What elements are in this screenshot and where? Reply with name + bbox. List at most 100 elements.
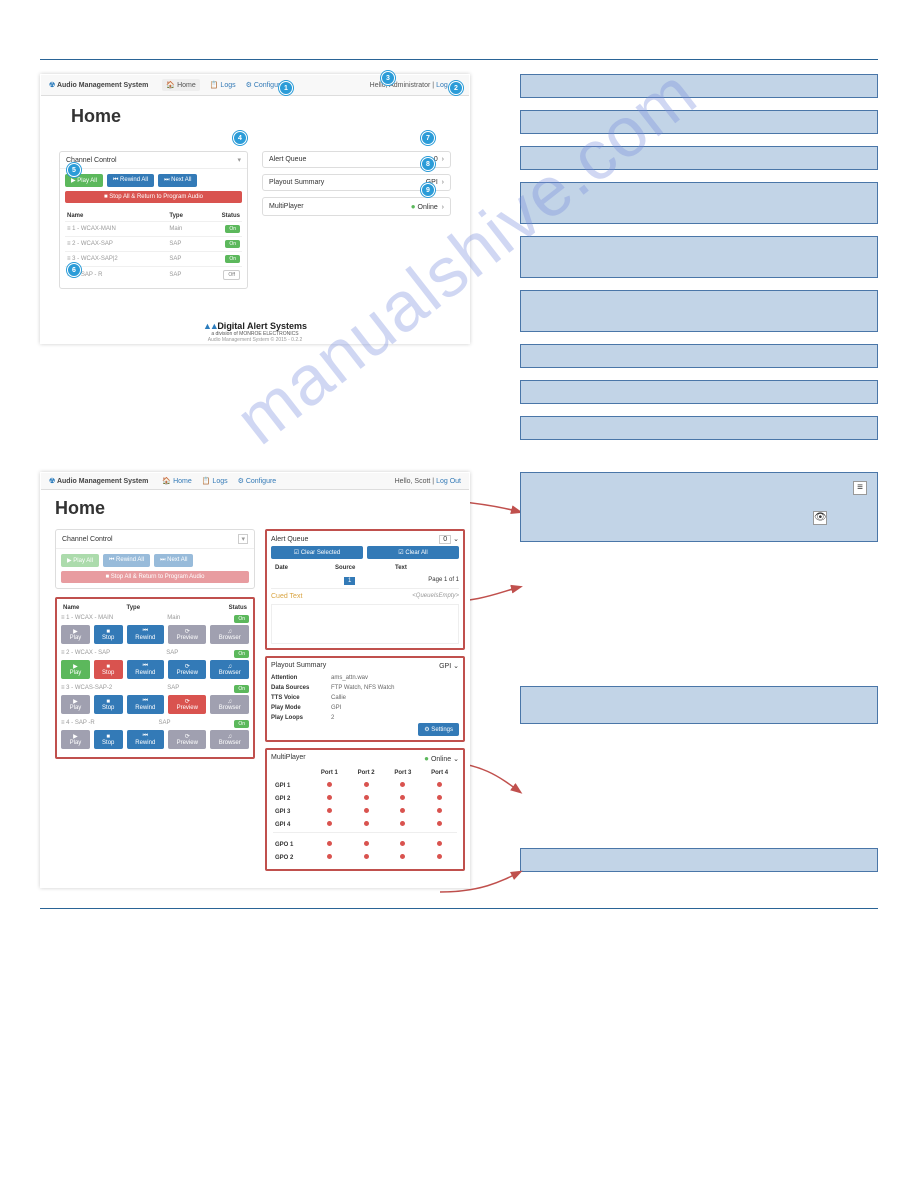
chevron-down-icon[interactable]: ⌄ xyxy=(453,756,459,763)
cued-text-area[interactable] xyxy=(271,604,459,644)
callout-5: 5 xyxy=(67,163,81,177)
callout-6: 6 xyxy=(67,263,81,277)
row-rewind[interactable]: ⏮ Rewind xyxy=(127,625,165,644)
row-stop[interactable]: ■ Stop xyxy=(94,695,123,714)
nav-logs[interactable]: 📋 Logs xyxy=(202,477,228,485)
row-play[interactable]: ▶ Play xyxy=(61,695,90,714)
anno-box xyxy=(520,416,878,440)
multiplayer-row[interactable]: MultiPlayer ● Online › xyxy=(262,197,451,216)
list-icon: ≡ xyxy=(853,481,867,495)
channel-control-panel: Channel Control ▾ ▶ Play All ⏮ Rewind Al… xyxy=(59,151,248,289)
row-stop[interactable]: ■ Stop xyxy=(94,625,123,644)
alert-queue-expanded: Alert Queue 0 ⌄ ☑ Clear Selected ☑ Clear… xyxy=(265,529,465,650)
playout-summary-expanded: Playout Summary GPI ⌄ Attentionams_attn.… xyxy=(265,656,465,742)
chevron-down-icon[interactable]: ⌄ xyxy=(453,536,459,543)
page-title: Home xyxy=(71,106,439,127)
row-preview[interactable]: ⟳ Preview xyxy=(168,625,206,644)
row-stop[interactable]: ■ Stop xyxy=(94,660,123,679)
page-header-rule xyxy=(40,30,878,60)
stop-all-button[interactable]: ■ Stop All & Return to Program Audio xyxy=(65,191,242,203)
row-play[interactable]: ▶ Play xyxy=(61,625,90,644)
table-row: ≡ 1 - WCAX-MAINMainOn xyxy=(65,222,242,237)
panel-collapse-icon[interactable]: ▾ xyxy=(237,156,241,164)
anno-box xyxy=(520,554,878,674)
list-item: ≡ 3 - WCAS-SAP-2SAPOn ▶ Play ■ Stop ⏮ Re… xyxy=(61,683,249,714)
status-toggle[interactable]: On xyxy=(225,225,240,233)
brand-logo: Audio Management System xyxy=(49,477,148,485)
callout-8: 8 xyxy=(421,157,435,171)
cued-text-label: Cued Text xyxy=(271,593,302,600)
anno-box: ≡ 👁 xyxy=(520,472,878,542)
anno-box xyxy=(520,848,878,872)
callout-9: 9 xyxy=(421,183,435,197)
chevron-right-icon: › xyxy=(442,179,444,186)
row-browser[interactable]: ♫ Browser xyxy=(210,625,249,644)
annotation-column-1 xyxy=(520,74,878,452)
callout-1: 1 xyxy=(279,81,293,95)
row-browser[interactable]: ♫ Browser xyxy=(210,660,249,679)
row-play[interactable]: ▶ Play xyxy=(61,730,90,749)
clear-all-button[interactable]: ☑ Clear All xyxy=(367,546,459,559)
channel-rows-expanded: Name Type Status ≡ 1 - WCAX - MAINMainOn xyxy=(55,597,255,759)
anno-box xyxy=(520,344,878,368)
settings-button[interactable]: ⚙ Settings xyxy=(418,723,459,736)
chevron-right-icon: › xyxy=(442,156,444,163)
callout-7: 7 xyxy=(421,131,435,145)
status-toggle[interactable]: On xyxy=(234,615,249,623)
online-dot-icon: ● xyxy=(411,202,416,211)
nav-configure[interactable]: ⚙ Configure xyxy=(238,477,277,485)
footer-brand: Digital Alert Systems a division of MONR… xyxy=(41,321,469,343)
col-type: Type xyxy=(167,211,200,222)
row-preview[interactable]: ⟳ Preview xyxy=(168,730,206,749)
row-rewind[interactable]: ⏮ Rewind xyxy=(127,660,165,679)
anno-box xyxy=(520,380,878,404)
next-all-button[interactable]: ⏭ Next All xyxy=(158,174,197,187)
screenshot-2: Audio Management System 🏠 Home 📋 Logs ⚙ … xyxy=(40,472,470,888)
eye-icon: 👁 xyxy=(813,511,827,525)
table-row: ≡ 2 - WCAX-SAPSAPOn xyxy=(65,237,242,252)
page-indicator[interactable]: 1 xyxy=(344,577,355,585)
row-preview[interactable]: ⟳ Preview xyxy=(168,660,206,679)
row-preview[interactable]: ⟳ Preview xyxy=(168,695,206,714)
status-toggle[interactable]: On xyxy=(225,255,240,263)
status-toggle[interactable]: Off xyxy=(223,270,240,280)
clear-selected-button[interactable]: ☑ Clear Selected xyxy=(271,546,363,559)
anno-box xyxy=(520,110,878,134)
stop-all-button[interactable]: ■ Stop All & Return to Program Audio xyxy=(61,571,249,583)
nav-home[interactable]: 🏠 Home xyxy=(162,79,199,91)
rewind-all-button[interactable]: ⏮ Rewind All xyxy=(107,174,154,187)
status-toggle[interactable]: On xyxy=(234,685,249,693)
online-dot-icon: ● xyxy=(424,754,429,763)
row-rewind[interactable]: ⏮ Rewind xyxy=(127,730,165,749)
row-play[interactable]: ▶ Play xyxy=(61,660,90,679)
page-title: Home xyxy=(55,498,455,519)
nav-home[interactable]: 🏠 Home xyxy=(162,477,191,485)
callout-3: 3 xyxy=(381,71,395,85)
status-toggle[interactable]: On xyxy=(234,650,249,658)
row-rewind[interactable]: ⏮ Rewind xyxy=(127,695,165,714)
chevron-down-icon[interactable]: ⌄ xyxy=(453,663,459,670)
callout-2: 2 xyxy=(449,81,463,95)
status-toggle[interactable]: On xyxy=(225,240,240,248)
user-greeting: Hello, Scott | Log Out xyxy=(395,478,461,485)
row-browser[interactable]: ♫ Browser xyxy=(210,695,249,714)
logout-link[interactable]: Log Out xyxy=(436,478,461,485)
play-all-button[interactable]: ▶ Play All xyxy=(61,554,99,567)
row-browser[interactable]: ♫ Browser xyxy=(210,730,249,749)
anno-box xyxy=(520,182,878,224)
screenshot-1: 1 3 2 4 5 6 7 8 9 Audio Management Syste… xyxy=(40,74,470,344)
anno-box xyxy=(520,236,878,278)
status-toggle[interactable]: On xyxy=(234,720,249,728)
next-all-button[interactable]: ⏭ Next All xyxy=(154,554,193,567)
list-item: ≡ 4 - SAP -RSAPOn ▶ Play ■ Stop ⏮ Rewind… xyxy=(61,718,249,749)
list-item: ≡ 2 - WCAX - SAPSAPOn ▶ Play ■ Stop ⏮ Re… xyxy=(61,648,249,679)
row-stop[interactable]: ■ Stop xyxy=(94,730,123,749)
panel-collapse-icon[interactable]: ▾ xyxy=(238,534,248,544)
multiplayer-expanded: MultiPlayer ● Online ⌄ Port 1 Port 2 Por… xyxy=(265,748,465,871)
anno-box xyxy=(520,686,878,724)
anno-box xyxy=(520,74,878,98)
navbar: Audio Management System 🏠 Home 📋 Logs ⚙ … xyxy=(41,75,469,96)
nav-logs[interactable]: 📋 Logs xyxy=(210,81,236,89)
status-dot-icon xyxy=(327,782,332,787)
rewind-all-button[interactable]: ⏮ Rewind All xyxy=(103,554,150,567)
